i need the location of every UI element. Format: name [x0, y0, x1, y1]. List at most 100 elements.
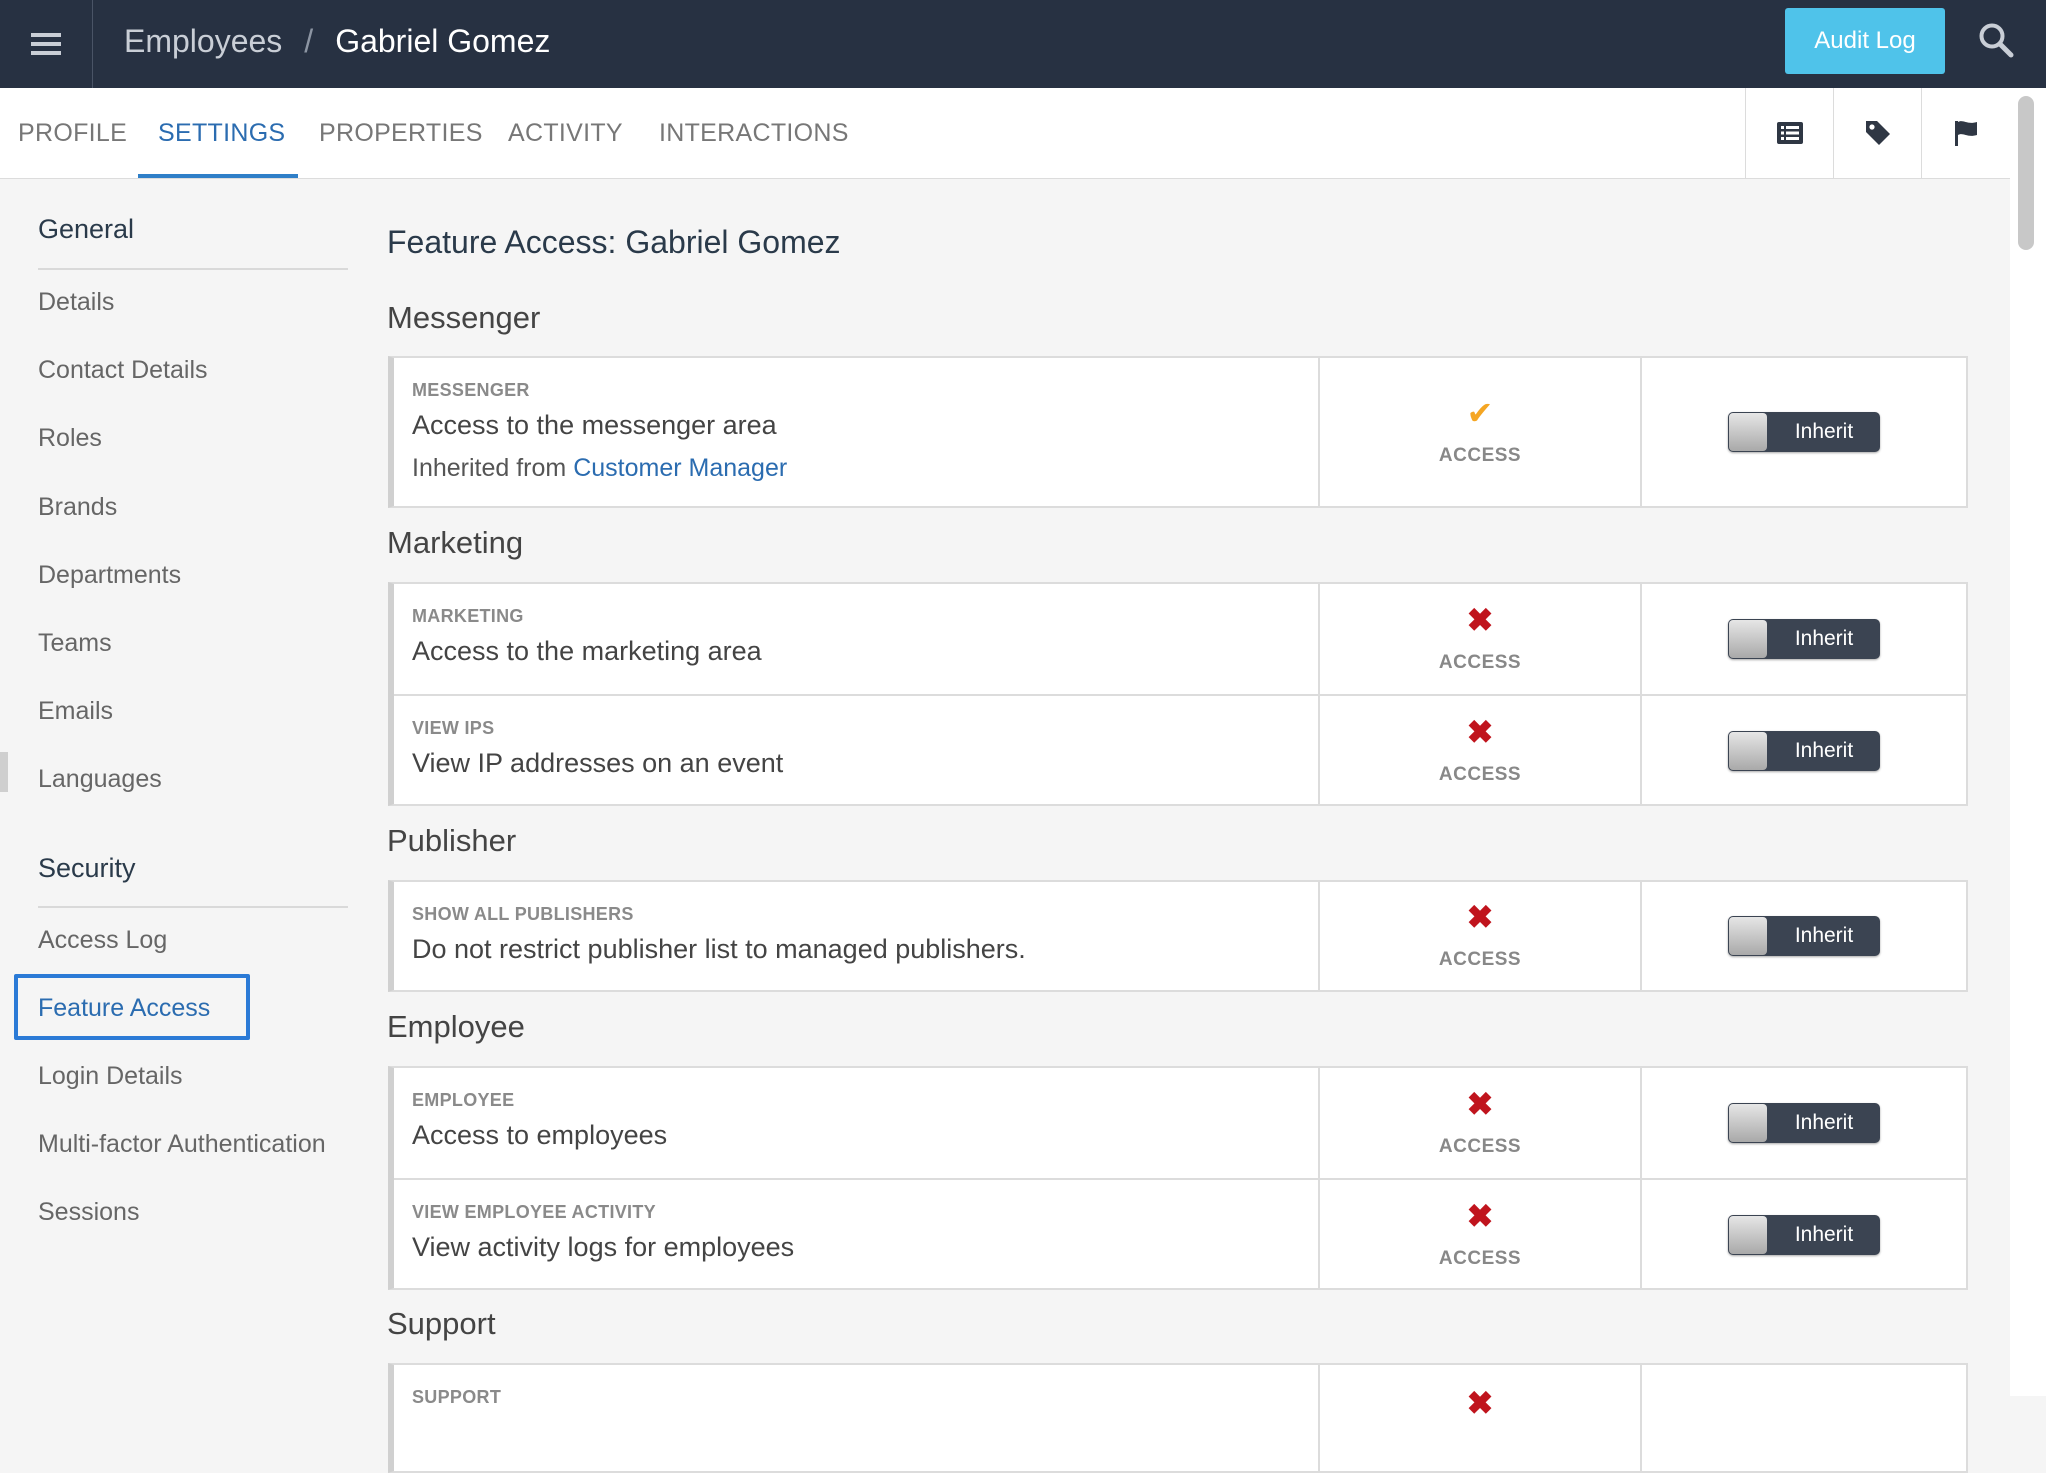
feature-info: MESSENGER Access to the messenger area I… [394, 358, 1320, 506]
sidebar-item-teams[interactable]: Teams [38, 629, 112, 658]
inherit-toggle[interactable]: Inherit [1728, 1103, 1880, 1143]
sidebar-item-multi-factor-authentication[interactable]: Multi-factor Authentication [38, 1130, 326, 1159]
sidebar-item-departments[interactable]: Departments [38, 561, 181, 590]
feature-info: VIEW IPS View IP addresses on an event [394, 696, 1320, 806]
tag-icon [1865, 121, 1890, 145]
toggle-cell: Inherit [1642, 584, 1966, 694]
sidebar-item-feature-access[interactable]: Feature Access [38, 994, 210, 1023]
tab-properties[interactable]: PROPERTIES [319, 88, 483, 178]
toggle-knob [1729, 917, 1767, 955]
access-status: ✖ ACCESS [1320, 696, 1642, 806]
feature-label: MARKETING [412, 606, 524, 626]
toggle-knob [1729, 732, 1767, 770]
feature-card-employee: EMPLOYEE Access to employees ✖ ACCESS In… [388, 1066, 1968, 1290]
breadcrumb-employees-link[interactable]: Employees [124, 23, 282, 60]
search-button[interactable] [1966, 14, 2026, 66]
flag-icon [1954, 121, 1977, 146]
feature-info: VIEW EMPLOYEE ACTIVITY View activity log… [394, 1180, 1320, 1290]
sidebar-item-brands[interactable]: Brands [38, 493, 117, 522]
feature-info: SHOW ALL PUBLISHERS Do not restrict publ… [394, 882, 1320, 990]
feature-row: MESSENGER Access to the messenger area I… [394, 358, 1966, 506]
breadcrumb-separator: / [304, 22, 314, 59]
tab-settings[interactable]: SETTINGS [158, 88, 285, 178]
toggle-label: Inherit [1794, 420, 1854, 443]
tab-profile[interactable]: PROFILE [18, 88, 127, 178]
feature-label: VIEW IPS [412, 718, 495, 738]
menu-button[interactable] [0, 0, 93, 88]
inherit-toggle[interactable]: Inherit [1728, 731, 1880, 771]
toggle-knob [1729, 413, 1767, 451]
feature-label: VIEW EMPLOYEE ACTIVITY [412, 1202, 656, 1222]
sidebar-divider [38, 906, 348, 908]
cross-icon: ✖ [1466, 899, 1494, 935]
active-tab-indicator [138, 174, 298, 178]
page-scrollbar[interactable] [2010, 88, 2046, 1396]
inherit-toggle[interactable]: Inherit [1728, 916, 1880, 956]
page-scrollbar-thumb[interactable] [2018, 96, 2034, 250]
breadcrumb-current: Gabriel Gomez [335, 22, 551, 59]
sidebar-item-languages[interactable]: Languages [38, 765, 162, 794]
feature-card-support: SUPPORT ✖ [388, 1363, 1968, 1473]
feature-row: SUPPORT ✖ [394, 1365, 1966, 1471]
toggle-knob [1729, 620, 1767, 658]
section-title-messenger: Messenger [387, 300, 541, 335]
toggle-label: Inherit [1794, 627, 1854, 650]
sidebar-divider [38, 268, 348, 270]
checkmark-icon: ✔ [1466, 395, 1494, 431]
inherit-toggle[interactable]: Inherit [1728, 1215, 1880, 1255]
access-label: ACCESS [1438, 445, 1522, 466]
page-title: Feature Access: Gabriel Gomez [387, 224, 841, 260]
cross-icon: ✖ [1466, 1385, 1494, 1421]
feature-description: Access to the messenger area [412, 410, 777, 440]
feature-description: View activity logs for employees [412, 1232, 795, 1262]
feature-label: EMPLOYEE [412, 1090, 515, 1110]
feature-row: VIEW IPS View IP addresses on an event ✖… [394, 694, 1966, 806]
flag-button[interactable] [1921, 88, 2009, 178]
sidebar-item-emails[interactable]: Emails [38, 697, 113, 726]
sidebar-item-access-log[interactable]: Access Log [38, 926, 167, 955]
audit-log-button[interactable]: Audit Log [1785, 8, 1945, 74]
cross-icon: ✖ [1466, 1086, 1494, 1122]
hamburger-icon [31, 33, 61, 55]
search-icon [1979, 23, 2014, 58]
access-status: ✖ ACCESS [1320, 584, 1642, 694]
tab-bar: PROFILE SETTINGS PROPERTIES ACTIVITY INT… [0, 88, 2010, 179]
cross-icon: ✖ [1466, 714, 1494, 750]
tab-activity[interactable]: ACTIVITY [508, 88, 623, 178]
feature-label: SHOW ALL PUBLISHERS [412, 904, 634, 924]
feature-label: MESSENGER [412, 380, 530, 400]
inherited-role-link[interactable]: Customer Manager [573, 454, 787, 482]
access-label: ACCESS [1438, 652, 1522, 673]
sidebar-scroll-marker [0, 752, 8, 792]
tab-icon-group [1745, 88, 2009, 178]
tags-button[interactable] [1833, 88, 1921, 178]
access-label: ACCESS [1438, 764, 1522, 785]
feature-description: View IP addresses on an event [412, 748, 784, 778]
feature-inherited-from: Inherited from Customer Manager [412, 454, 787, 483]
feature-info: SUPPORT [394, 1365, 1320, 1471]
sidebar-item-details[interactable]: Details [38, 288, 114, 317]
toggle-label: Inherit [1794, 924, 1854, 947]
list-view-button[interactable] [1745, 88, 1833, 178]
toggle-cell [1642, 1365, 1966, 1471]
toggle-cell: Inherit [1642, 882, 1966, 990]
feature-row: EMPLOYEE Access to employees ✖ ACCESS In… [394, 1068, 1966, 1178]
sidebar-item-login-details[interactable]: Login Details [38, 1062, 183, 1091]
sidebar-item-contact-details[interactable]: Contact Details [38, 356, 208, 385]
tab-interactions[interactable]: INTERACTIONS [659, 88, 849, 178]
access-status: ✖ ACCESS [1320, 1180, 1642, 1290]
section-title-marketing: Marketing [387, 525, 524, 560]
breadcrumb: Employees / Gabriel Gomez [124, 0, 550, 82]
feature-row: SHOW ALL PUBLISHERS Do not restrict publ… [394, 882, 1966, 990]
toggle-knob [1729, 1104, 1767, 1142]
toggle-cell: Inherit [1642, 358, 1966, 506]
sidebar-item-sessions[interactable]: Sessions [38, 1198, 139, 1227]
feature-row: MARKETING Access to the marketing area ✖… [394, 584, 1966, 694]
inherit-toggle[interactable]: Inherit [1728, 619, 1880, 659]
inherit-toggle[interactable]: Inherit [1728, 412, 1880, 452]
access-label: ACCESS [1438, 1248, 1522, 1269]
access-status: ✔ ACCESS [1320, 358, 1642, 506]
sidebar-item-roles[interactable]: Roles [38, 424, 102, 453]
toggle-cell: Inherit [1642, 1068, 1966, 1178]
section-title-publisher: Publisher [387, 823, 517, 858]
